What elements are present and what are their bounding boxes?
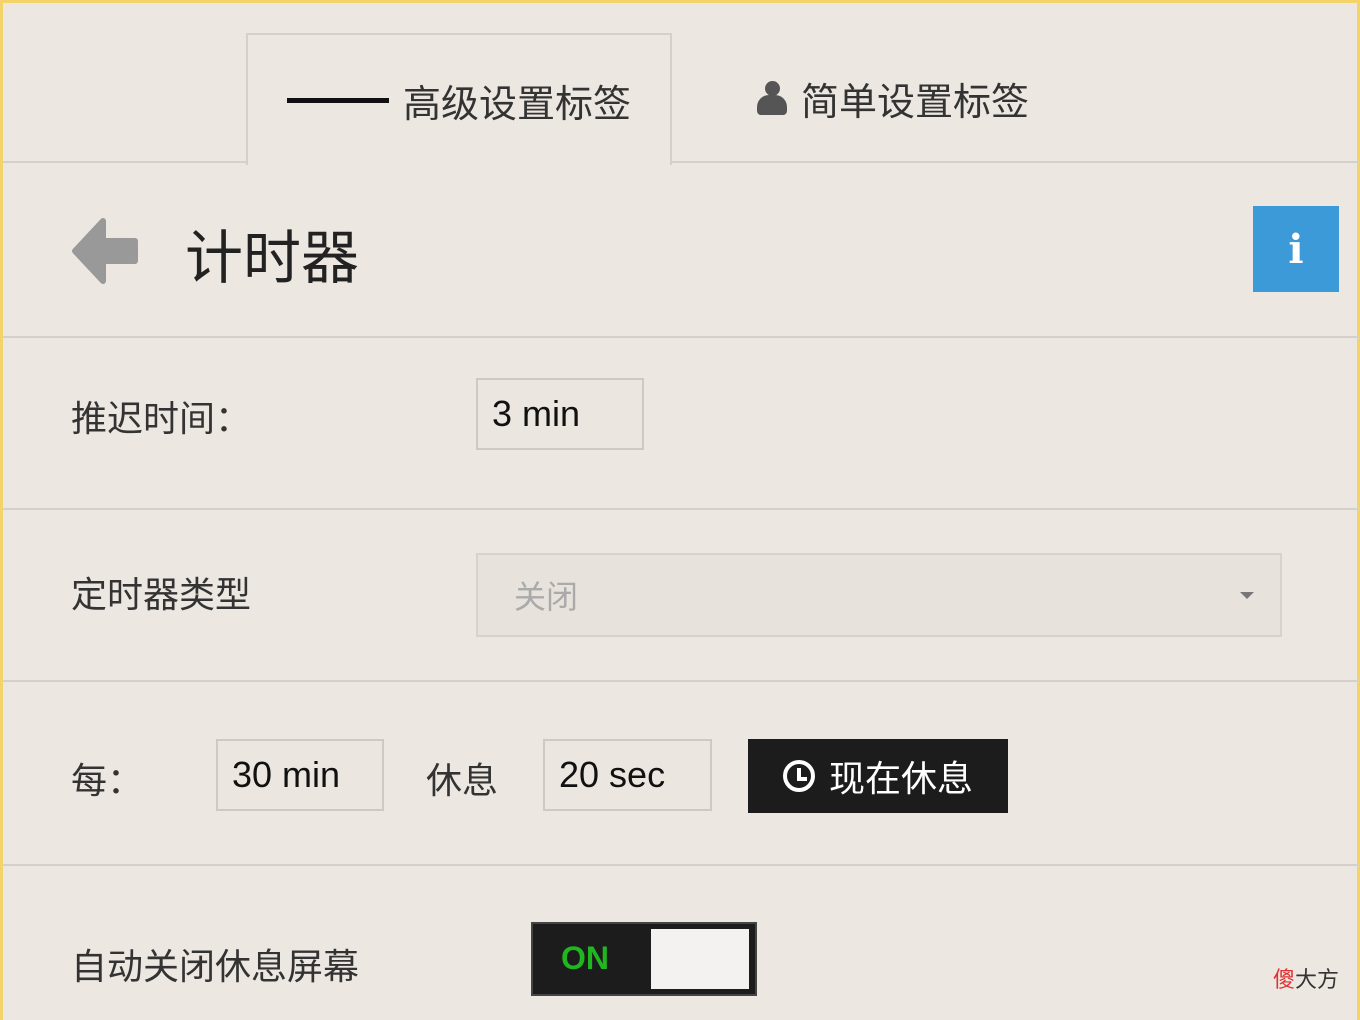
- timer-type-label: 定时器类型: [71, 575, 252, 616]
- rest-now-label: 现在休息: [828, 759, 973, 800]
- timer-type-selected: 关闭: [514, 578, 579, 616]
- menu-icon: [286, 94, 389, 107]
- tab-simple-label: 简单设置标签: [800, 79, 1029, 124]
- back-arrow-icon[interactable]: [69, 215, 141, 287]
- tab-advanced-label: 高级设置标签: [402, 81, 631, 126]
- page-title: 计时器: [185, 224, 360, 292]
- delay-label: 推迟时间：: [71, 399, 252, 440]
- toggle-on-label: ON: [561, 940, 609, 976]
- delay-row: 推迟时间： 3 min: [3, 338, 1360, 510]
- tab-advanced-settings[interactable]: 高级设置标签: [246, 33, 672, 165]
- tab-bar: 高级设置标签 简单设置标签: [3, 3, 1360, 165]
- clock-icon: [782, 760, 815, 792]
- tab-simple-settings[interactable]: 简单设置标签: [703, 33, 1083, 163]
- watermark-rest: 大方: [1294, 968, 1339, 993]
- watermark-first-char: 傻: [1272, 968, 1295, 993]
- timer-type-row: 定时器类型 关闭: [3, 510, 1360, 682]
- rest-duration-input[interactable]: 20 sec: [543, 739, 712, 811]
- rest-now-button[interactable]: 现在休息: [748, 739, 1008, 813]
- break-interval-row: 每： 30 min 休息 20 sec 现在休息: [3, 682, 1360, 866]
- delay-input[interactable]: 3 min: [476, 378, 644, 450]
- info-button[interactable]: i: [1253, 206, 1339, 292]
- auto-close-toggle[interactable]: ON: [531, 922, 757, 996]
- toggle-knob: [651, 929, 749, 989]
- interval-input[interactable]: 30 min: [216, 739, 384, 811]
- timer-type-select[interactable]: 关闭: [476, 553, 1282, 637]
- rest-label: 休息: [426, 761, 499, 802]
- page-header: 计时器 i: [3, 163, 1360, 338]
- user-icon: [756, 81, 787, 115]
- auto-close-row: 自动关闭休息屏幕 ON: [3, 866, 1360, 1020]
- caret-down-icon: [1240, 592, 1254, 599]
- auto-close-label: 自动关闭休息屏幕: [71, 947, 360, 988]
- every-label: 每：: [71, 761, 144, 802]
- watermark: 傻大方: [1273, 962, 1339, 994]
